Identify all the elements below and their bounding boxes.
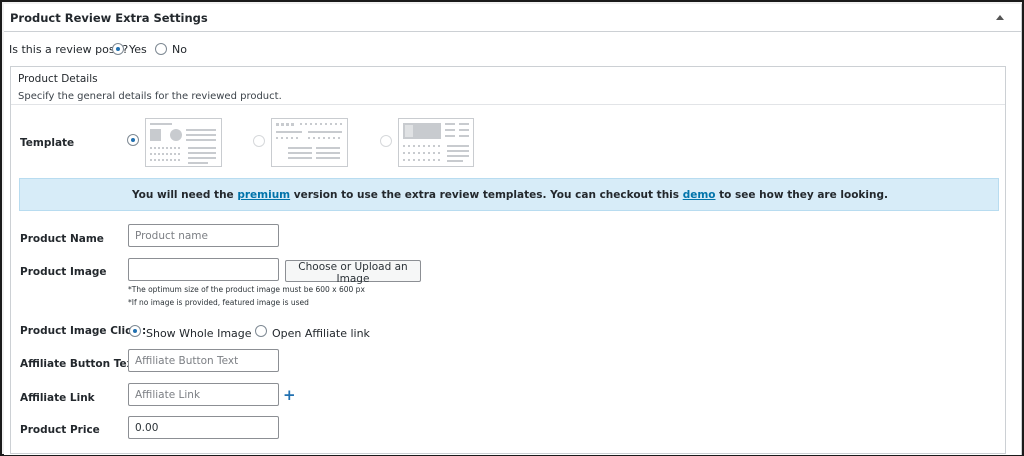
metabox-title: Product Review Extra Settings (10, 11, 208, 25)
review-post-yes-label[interactable]: Yes (129, 43, 147, 56)
product-details-title: Product Details (18, 73, 98, 85)
open-affiliate-link-label[interactable]: Open Affiliate link (272, 327, 370, 340)
template-label: Template (20, 137, 75, 149)
template-default-radio[interactable] (127, 134, 139, 146)
premium-notice-text: You will need the premium version to use… (20, 189, 1000, 201)
notice-text-middle: version to use the extra review template… (290, 189, 683, 201)
template-3-thumbnail[interactable] (398, 118, 474, 167)
product-details-header: Product Details Specify the general deta… (11, 67, 1005, 105)
metabox-header[interactable]: Product Review Extra Settings (4, 4, 1022, 32)
affiliate-link-input[interactable] (128, 383, 279, 406)
product-image-label: Product Image (20, 266, 107, 278)
affiliate-link-label: Affiliate Link (20, 392, 95, 404)
image-size-hint: *The optimum size of the product image m… (128, 285, 365, 294)
template-3-radio[interactable] (380, 135, 392, 147)
product-price-label: Product Price (20, 424, 100, 436)
demo-link[interactable]: demo (683, 189, 716, 201)
show-whole-image-label[interactable]: Show Whole Image (146, 327, 252, 340)
product-name-label: Product Name (20, 233, 104, 245)
template-default-thumbnail[interactable] (145, 118, 222, 167)
featured-image-hint: *If no image is provided, featured image… (128, 298, 309, 307)
product-price-input[interactable] (128, 416, 279, 439)
affiliate-button-text-label: Affiliate Button Text (20, 358, 139, 370)
add-affiliate-link-icon[interactable]: + (283, 388, 296, 403)
product-details-description: Specify the general details for the revi… (18, 91, 282, 102)
notice-text-before: You will need the (132, 189, 238, 201)
window-frame: Product Review Extra Settings Is this a … (0, 0, 1024, 456)
notice-text-after: to see how they are looking. (715, 189, 888, 201)
collapse-toggle-icon[interactable] (996, 15, 1004, 20)
open-affiliate-link-radio[interactable] (255, 325, 267, 337)
review-post-yes-radio[interactable] (112, 43, 124, 55)
metabox: Product Review Extra Settings Is this a … (4, 4, 1022, 455)
review-post-no-label[interactable]: No (172, 43, 187, 56)
review-post-no-radio[interactable] (155, 43, 167, 55)
show-whole-image-radio[interactable] (129, 325, 141, 337)
affiliate-button-text-input[interactable] (128, 349, 279, 372)
premium-link[interactable]: premium (237, 189, 290, 201)
upload-image-button[interactable]: Choose or Upload an Image (285, 260, 421, 285)
template-2-radio[interactable] (253, 135, 265, 147)
product-image-input[interactable] (128, 258, 279, 281)
image-click-label: Product Image Click : (20, 325, 147, 337)
premium-notice: You will need the premium version to use… (19, 178, 999, 211)
review-post-question: Is this a review post ? (9, 43, 129, 56)
product-name-input[interactable] (128, 224, 279, 247)
template-2-thumbnail[interactable] (271, 118, 348, 167)
